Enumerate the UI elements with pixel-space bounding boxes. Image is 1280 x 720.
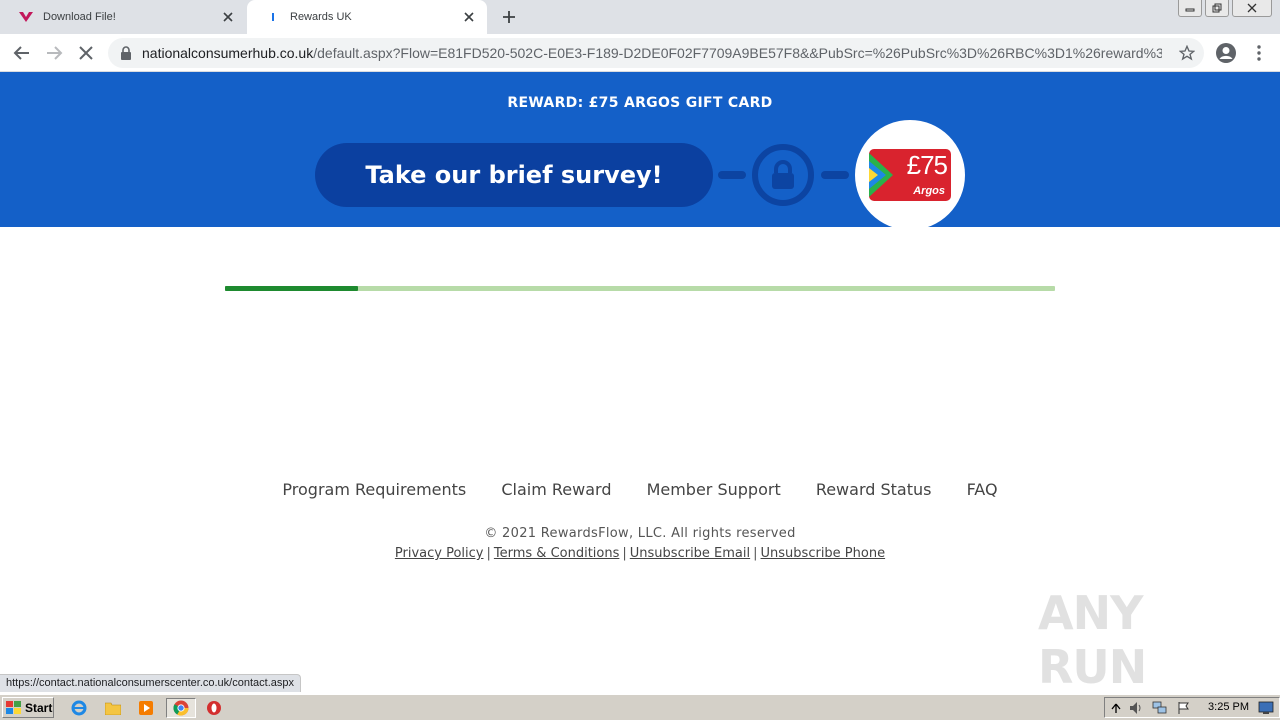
tab-title: Download File! <box>43 11 116 23</box>
gift-card-chevron-icon <box>869 153 893 197</box>
url-text: nationalconsumerhub.co.uk/default.aspx?F… <box>142 45 1162 61</box>
separator: | <box>486 546 491 561</box>
screen: Download File! Rewards UK nationalconsum… <box>0 0 1280 720</box>
gift-card-amount: £75 <box>906 150 948 180</box>
argos-gift-card: £75 Argos <box>869 149 951 201</box>
close-tab-icon[interactable] <box>218 7 238 27</box>
file-explorer-icon[interactable] <box>104 699 122 717</box>
tab-download-file[interactable]: Download File! <box>0 0 246 34</box>
loading-spinner-icon <box>265 9 281 25</box>
chrome-icon <box>173 700 189 716</box>
start-label: Start <box>25 700 53 715</box>
tab-title: Rewards UK <box>290 11 352 23</box>
windows-flag-icon <box>6 700 21 714</box>
take-survey-button[interactable]: Take our brief survey! <box>315 143 713 207</box>
footer-link-member-support[interactable]: Member Support <box>647 480 781 499</box>
internet-explorer-icon[interactable] <box>70 699 88 717</box>
reward-banner: REWARD: £75 ARGOS GIFT CARD Take our bri… <box>0 72 1280 230</box>
footer-link-claim-reward[interactable]: Claim Reward <box>501 480 611 499</box>
footer-link-faq[interactable]: FAQ <box>967 480 998 499</box>
network-icon[interactable] <box>1151 699 1169 717</box>
footer-link-reward-status[interactable]: Reward Status <box>816 480 932 499</box>
forward-arrow-icon[interactable] <box>40 39 68 67</box>
bookmark-star-icon[interactable] <box>1178 44 1196 62</box>
unsubscribe-phone-link[interactable]: Unsubscribe Phone <box>761 546 886 561</box>
anyrun-watermark: ANY RUN <box>1038 586 1147 694</box>
opera-icon[interactable] <box>205 699 223 717</box>
legal-links: Privacy Policy | Terms & Conditions | Unsubs… <box>0 546 1280 561</box>
gift-card-brand: Argos <box>913 185 945 197</box>
lock-icon <box>120 46 132 60</box>
media-player-icon[interactable] <box>137 699 155 717</box>
new-tab-plus-icon[interactable] <box>498 6 520 28</box>
system-tray: 3:25 PM <box>1104 697 1280 718</box>
lock-step-icon <box>752 144 814 206</box>
profile-avatar-icon[interactable] <box>1212 39 1240 67</box>
close-tab-icon[interactable] <box>459 7 479 27</box>
download-file-favicon-icon <box>18 9 34 25</box>
footer-link-program-requirements[interactable]: Program Requirements <box>282 480 466 499</box>
terms-link[interactable]: Terms & Conditions <box>494 546 620 561</box>
unsubscribe-email-link[interactable]: Unsubscribe Email <box>630 546 750 561</box>
show-desktop-icon[interactable] <box>1257 699 1275 717</box>
back-arrow-icon[interactable] <box>8 39 36 67</box>
separator: | <box>753 546 758 561</box>
link-status-bar: https://contact.nationalconsumerscenter.… <box>0 674 301 692</box>
copyright-text: © 2021 RewardsFlow, LLC. All rights rese… <box>484 526 796 541</box>
reward-headline: REWARD: £75 ARGOS GIFT CARD <box>507 95 773 111</box>
close-window-icon[interactable] <box>1232 0 1272 17</box>
gift-card-badge: £75 Argos <box>855 120 965 230</box>
footer-nav: Program Requirements Claim Reward Member… <box>0 480 1280 499</box>
address-bar[interactable]: nationalconsumerhub.co.uk/default.aspx?F… <box>108 38 1204 68</box>
browser-tab-strip: Download File! Rewards UK <box>0 0 1280 34</box>
privacy-policy-link[interactable]: Privacy Policy <box>395 546 484 561</box>
url-host: nationalconsumerhub.co.uk <box>142 45 314 61</box>
start-button[interactable]: Start <box>2 697 54 718</box>
survey-progress-fill <box>225 286 358 291</box>
window-controls <box>1178 0 1272 18</box>
windows-taskbar: Start 3:25 PM <box>0 694 1280 720</box>
menu-kebab-icon[interactable] <box>1245 39 1273 67</box>
browser-toolbar: nationalconsumerhub.co.uk/default.aspx?F… <box>0 34 1280 72</box>
separator: | <box>622 546 627 561</box>
connector-line <box>718 171 746 179</box>
connector-line <box>821 171 849 179</box>
survey-progress-bar <box>225 286 1055 291</box>
url-path: /default.aspx?Flow=E81FD520-502C-E0E3-F1… <box>313 45 1162 61</box>
stop-loading-icon[interactable] <box>72 39 100 67</box>
action-center-flag-icon[interactable] <box>1175 699 1193 717</box>
chrome-taskbar-button[interactable] <box>166 698 196 718</box>
tab-rewards-uk[interactable]: Rewards UK <box>247 0 487 34</box>
minimize-icon[interactable] <box>1178 0 1202 17</box>
show-hidden-icons-arrow-icon[interactable] <box>1107 699 1125 717</box>
volume-icon[interactable] <box>1127 699 1145 717</box>
restore-icon[interactable] <box>1205 0 1229 17</box>
taskbar-clock: 3:25 PM <box>1208 701 1249 713</box>
